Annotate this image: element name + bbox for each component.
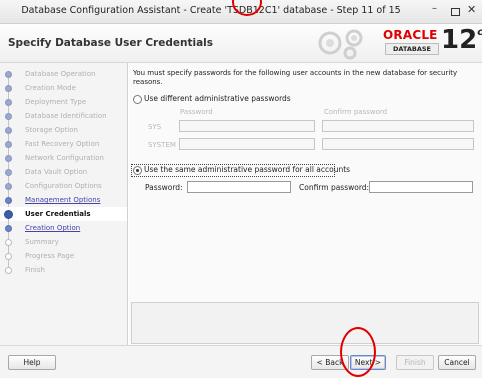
sidebar-step-label: Configuration Options [25, 182, 102, 190]
window-titlebar: Database Configuration Assistant - Creat… [0, 0, 482, 24]
database-wordmark: DATABASE [385, 43, 439, 55]
message-area [131, 302, 479, 344]
sidebar-step-label: Deployment Type [25, 98, 87, 106]
sidebar-step-label: Finish [25, 266, 45, 274]
sidebar-step-label: Network Configuration [25, 154, 104, 162]
back-button[interactable]: < Back [311, 355, 349, 370]
sidebar-step-label: User Credentials [25, 210, 91, 218]
step-dot-icon [5, 183, 12, 190]
sidebar-step: Deployment Type [0, 95, 127, 117]
step-dot-icon [4, 210, 13, 219]
sidebar-step-label: Data Vault Option [25, 168, 88, 176]
sidebar-step[interactable]: Creation Option [0, 221, 127, 243]
sidebar-step[interactable]: User Credentials [0, 207, 127, 229]
sidebar-step-label: Progress Page [25, 252, 75, 260]
sidebar-step: Fast Recovery Option [0, 137, 127, 159]
finish-button[interactable]: Finish [396, 355, 434, 370]
step-dot-icon [5, 85, 12, 92]
step-dot-icon [5, 169, 12, 176]
sidebar-step: Network Configuration [0, 151, 127, 173]
password-input[interactable] [187, 181, 291, 193]
sidebar-step-label: Management Options [25, 196, 101, 204]
sidebar-step: Data Vault Option [0, 165, 127, 187]
gears-icon [318, 29, 363, 60]
page-title: Specify Database User Credentials [8, 37, 214, 49]
sidebar-step[interactable]: Management Options [0, 193, 127, 215]
sidebar-step-label: Storage Option [25, 126, 78, 134]
steps-sidebar: Database Operation Creation Mode Deploymen… [0, 63, 128, 345]
step-dot-icon [5, 113, 12, 120]
system-password-field[interactable] [179, 138, 315, 150]
sys-password-field[interactable] [179, 120, 315, 132]
step-dot-icon [5, 225, 12, 232]
radio-same-password[interactable] [133, 166, 142, 175]
sidebar-step-label: Database Identification [25, 112, 107, 120]
sys-confirm-field[interactable] [322, 120, 474, 132]
close-icon[interactable]: ✕ [467, 4, 476, 15]
sidebar-step-label: Fast Recovery Option [25, 140, 100, 148]
option-different-label[interactable]: Use different administrative passwords [144, 94, 291, 103]
maximize-icon[interactable] [451, 8, 460, 16]
step-dot-icon [5, 141, 12, 148]
password-label: Password: [145, 183, 183, 192]
system-confirm-field[interactable] [322, 138, 474, 150]
help-button[interactable]: Help [8, 355, 56, 370]
step-dot-icon [5, 127, 12, 134]
sidebar-step: Progress Page [0, 249, 127, 271]
sidebar-step: Summary [0, 235, 127, 257]
version-suffix: c [477, 27, 482, 38]
oracle-logo: ORACLE DATABASE [383, 28, 439, 56]
sidebar-step-label: Database Operation [25, 70, 96, 78]
column-header-confirm: Confirm password [324, 108, 388, 116]
sidebar-step: Creation Mode [0, 81, 127, 103]
confirm-password-label: Confirm password: [299, 183, 370, 192]
step-dot-icon [5, 253, 12, 260]
sidebar-step: Database Operation [0, 67, 127, 89]
row-label-sys: SYS [148, 123, 162, 131]
step-dot-icon [5, 71, 12, 78]
version-logo: 12c [441, 25, 482, 55]
version-number: 12 [441, 25, 478, 55]
sidebar-step: Finish [0, 263, 127, 277]
step-dot-icon [5, 239, 12, 246]
window-title: Database Configuration Assistant - Creat… [21, 5, 401, 16]
oracle-wordmark: ORACLE [383, 28, 438, 42]
option-same-label[interactable]: Use the same administrative password for… [144, 165, 350, 174]
sidebar-step-label: Creation Option [25, 224, 81, 232]
radio-different-passwords[interactable] [133, 95, 142, 104]
minimize-icon[interactable]: – [432, 4, 437, 14]
sidebar-step: Storage Option [0, 123, 127, 145]
confirm-password-input[interactable] [369, 181, 473, 193]
next-button[interactable]: Next > [350, 355, 386, 370]
step-dot-icon [5, 99, 12, 106]
cancel-button[interactable]: Cancel [438, 355, 476, 370]
intro-text: You must specify passwords for the follo… [133, 69, 458, 86]
row-label-system: SYSTEM [148, 141, 176, 149]
page-header: Specify Database User Credentials ORACLE… [0, 24, 482, 63]
sidebar-step: Configuration Options [0, 179, 127, 201]
step-dot-icon [5, 197, 12, 204]
column-header-password: Password [180, 108, 213, 116]
sidebar-step-label: Creation Mode [25, 84, 76, 92]
step-dot-icon [5, 155, 12, 162]
sidebar-step: Database Identification [0, 109, 127, 131]
step-dot-icon [5, 267, 12, 274]
sidebar-step-label: Summary [25, 238, 59, 246]
